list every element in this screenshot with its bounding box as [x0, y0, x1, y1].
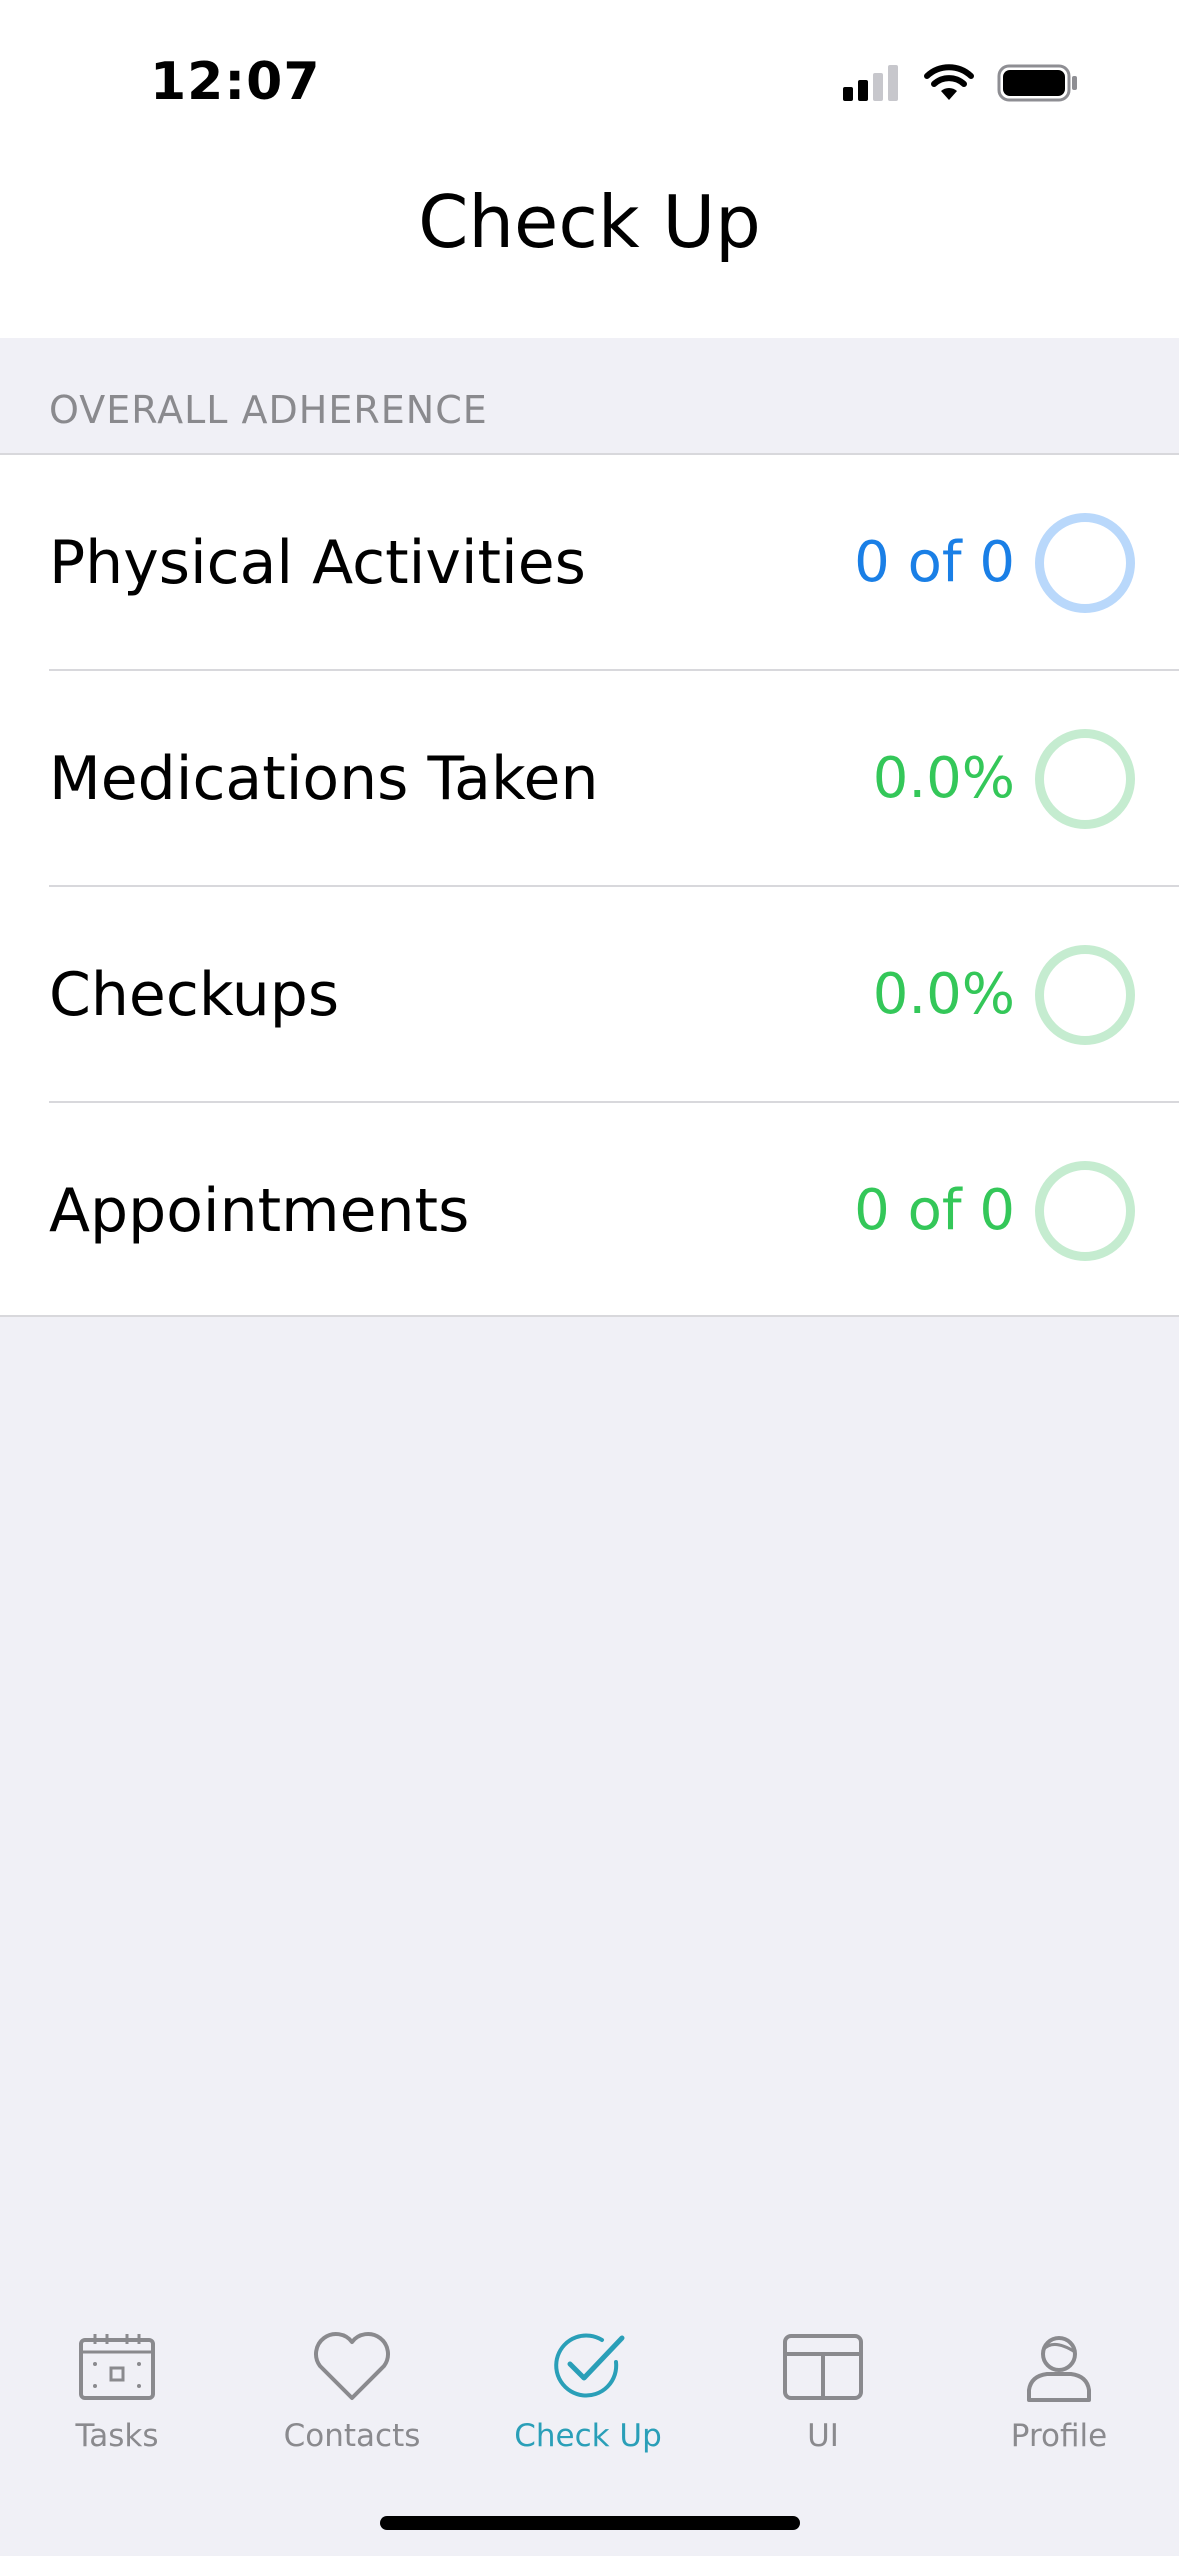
row-value: 0 of 0	[854, 530, 1015, 595]
list-row-checkups[interactable]: Checkups 0.0%	[0, 887, 1179, 1103]
tab-ui[interactable]: UI	[723, 2324, 923, 2464]
progress-ring	[1035, 945, 1135, 1045]
tab-label: UI	[807, 2418, 839, 2454]
top-bar: 12:07 Check Up	[0, 0, 1179, 338]
tab-check-up[interactable]: Check Up	[488, 2324, 688, 2464]
tab-label: Profile	[1010, 2418, 1108, 2454]
progress-ring	[1035, 729, 1135, 829]
adherence-list: Physical Activities 0 of 0 Medications T…	[0, 453, 1179, 1317]
tab-label: Contacts	[283, 2418, 421, 2454]
status-icons	[841, 64, 1079, 102]
row-label: Appointments	[49, 1176, 470, 1246]
page-title: Check Up	[418, 180, 761, 264]
row-value: 0.0%	[872, 746, 1015, 811]
tab-contacts[interactable]: Contacts	[252, 2324, 452, 2464]
row-label: Medications Taken	[49, 744, 599, 814]
list-row-medications-taken[interactable]: Medications Taken 0.0%	[0, 671, 1179, 887]
wifi-icon	[924, 64, 974, 100]
row-label: Checkups	[49, 960, 340, 1030]
checkmark-circle-icon	[554, 2333, 625, 2398]
tab-tasks[interactable]: Tasks	[17, 2324, 217, 2464]
status-time: 12:07	[150, 52, 321, 112]
list-row-physical-activities[interactable]: Physical Activities 0 of 0	[0, 455, 1179, 671]
progress-ring	[1035, 1161, 1135, 1261]
section-header: OVERALL ADHERENCE	[49, 388, 488, 432]
layout-icon	[783, 2334, 863, 2400]
tab-label: Check Up	[514, 2418, 662, 2454]
progress-ring	[1035, 513, 1135, 613]
home-indicator[interactable]	[380, 2516, 800, 2530]
row-value: 0.0%	[872, 962, 1015, 1027]
check-up-screen: 12:07 Check Up OVERALL ADHERENCE Physica…	[0, 0, 1179, 2556]
tab-profile[interactable]: Profile	[959, 2324, 1159, 2464]
calendar-icon	[79, 2334, 155, 2400]
heart-icon	[314, 2332, 390, 2400]
row-label: Physical Activities	[49, 528, 586, 598]
cellular-signal-icon	[843, 65, 898, 101]
battery-icon	[997, 64, 1077, 102]
row-value: 0 of 0	[854, 1178, 1015, 1243]
list-row-appointments[interactable]: Appointments 0 of 0	[0, 1103, 1179, 1319]
person-icon	[1027, 2336, 1091, 2402]
tab-label: Tasks	[75, 2418, 159, 2454]
